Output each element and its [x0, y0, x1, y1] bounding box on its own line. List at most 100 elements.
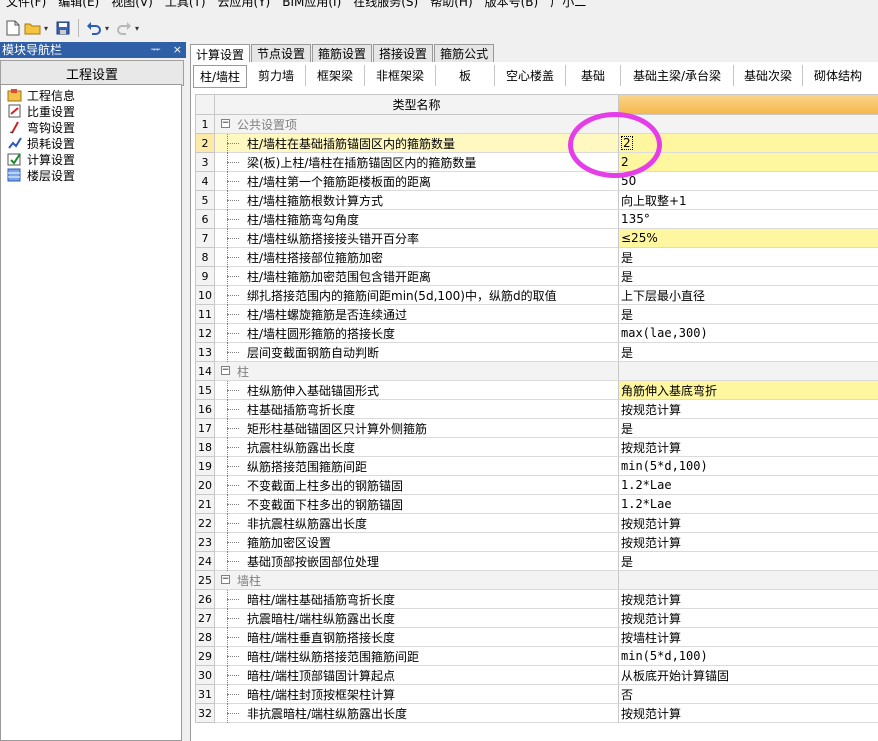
redo-icon[interactable]: [115, 19, 133, 37]
table-row[interactable]: 31 暗柱/端柱封顶按框架柱计算 否: [195, 685, 878, 704]
table-row[interactable]: 10 绑扎搭接范围内的箍筋间距min(5d,100)中，纵筋d的取值 上下层最小直径: [195, 286, 878, 305]
table-row[interactable]: 16 柱基础插筋弯折长度 按规范计算: [195, 400, 878, 419]
menu-item[interactable]: 在线服务(S): [347, 0, 424, 10]
row-value-cell[interactable]: 按规范计算: [619, 609, 878, 628]
menu-item[interactable]: 文件(F): [0, 0, 52, 10]
table-row[interactable]: 13 层间变截面钢筋自动判断 是: [195, 343, 878, 362]
menu-item[interactable]: 视图(V): [105, 0, 159, 10]
tab-foundation[interactable]: 基础: [566, 65, 621, 86]
close-icon[interactable]: ×: [173, 42, 182, 58]
table-row[interactable]: 22 非抗震柱纵筋露出长度 按规范计算: [195, 514, 878, 533]
tab-stirrup-settings[interactable]: 箍筋设置: [312, 44, 373, 62]
row-value-cell[interactable]: max(lae,300): [619, 324, 878, 343]
menu-item[interactable]: 云应用(Y): [212, 0, 277, 10]
table-row[interactable]: 29 暗柱/端柱纵筋搭接范围箍筋间距 min(5*d,100): [195, 647, 878, 666]
row-value-cell[interactable]: 按规范计算: [619, 514, 878, 533]
row-value-cell[interactable]: 是: [619, 248, 878, 267]
row-value-cell[interactable]: 按规范计算: [619, 533, 878, 552]
nav-item-hook-settings[interactable]: 弯钩设置: [1, 119, 181, 135]
table-row[interactable]: 4 柱/墙柱第一个箍筋距楼板面的距离 50: [195, 172, 878, 191]
menu-item[interactable]: 编辑(E): [52, 0, 105, 10]
table-row[interactable]: 30 暗柱/端柱顶部锚固计算起点 从板底开始计算锚固: [195, 666, 878, 685]
row-value-cell[interactable]: 按规范计算: [619, 590, 878, 609]
row-value-cell[interactable]: 向上取整+1: [619, 191, 878, 210]
table-row[interactable]: 3 梁(板)上柱/墙柱在插筋锚固区内的箍筋数量 2: [195, 153, 878, 172]
row-value-cell[interactable]: 是: [619, 267, 878, 286]
tab-calculation-settings[interactable]: 计算设置: [190, 44, 251, 63]
table-row[interactable]: 26 暗柱/端柱基础插筋弯折长度 按规范计算: [195, 590, 878, 609]
project-settings-button[interactable]: 工程设置: [0, 60, 184, 86]
tab-foundation-main-beam[interactable]: 基础主梁/承台梁: [621, 65, 734, 86]
row-value-cell[interactable]: 角筋伸入基底弯折: [619, 381, 878, 400]
nav-item-project-info[interactable]: 工程信息: [1, 87, 181, 103]
tab-stirrup-formula[interactable]: 箍筋公式: [434, 44, 495, 62]
table-row[interactable]: 2 柱/墙柱在基础插筋锚固区内的箍筋数量 2: [195, 134, 878, 153]
row-value-cell[interactable]: 按规范计算: [619, 438, 878, 457]
group-row[interactable]: 14− 柱: [195, 362, 878, 381]
nav-item-floor-settings[interactable]: 楼层设置: [1, 167, 181, 183]
row-value-cell[interactable]: 按规范计算: [619, 400, 878, 419]
open-dropdown-icon[interactable]: ▾: [44, 24, 52, 33]
row-value-cell[interactable]: 是: [619, 419, 878, 438]
row-value-cell[interactable]: 从板底开始计算锚固: [619, 666, 878, 685]
table-row[interactable]: 8 柱/墙柱搭接部位箍筋加密 是: [195, 248, 878, 267]
tab-masonry-structure[interactable]: 砌体结构: [803, 65, 873, 86]
tab-node-settings[interactable]: 节点设置: [251, 44, 312, 62]
tab-foundation-secondary-beam[interactable]: 基础次梁: [734, 65, 803, 86]
row-value-cell[interactable]: min(5*d,100): [619, 647, 878, 666]
collapse-icon[interactable]: −: [221, 119, 230, 128]
row-value-cell[interactable]: 否: [619, 685, 878, 704]
table-row[interactable]: 18 抗震柱纵筋露出长度 按规范计算: [195, 438, 878, 457]
table-row[interactable]: 28 暗柱/端柱垂直钢筋搭接长度 按墙柱计算: [195, 628, 878, 647]
tab-slab[interactable]: 板: [436, 65, 495, 86]
table-row[interactable]: 6 柱/墙柱箍筋弯勾角度 135°: [195, 210, 878, 229]
table-row[interactable]: 21 不变截面下柱多出的钢筋锚固 1.2*Lae: [195, 495, 878, 514]
menu-item[interactable]: BIM应用(I): [276, 0, 347, 10]
table-row[interactable]: 9 柱/墙柱箍筋加密范围包含错开距离 是: [195, 267, 878, 286]
tab-non-frame-beam[interactable]: 非框架梁: [365, 65, 436, 86]
menu-item[interactable]: 帮助(H): [424, 0, 478, 10]
row-value-cell[interactable]: 135°: [619, 210, 878, 229]
group-row[interactable]: 25− 墙柱: [195, 571, 878, 590]
row-value-cell[interactable]: 是: [619, 343, 878, 362]
row-value-cell[interactable]: 1.2*Lae: [619, 476, 878, 495]
undo-icon[interactable]: [85, 19, 103, 37]
tab-column-wall-column[interactable]: 柱/墙柱: [193, 65, 247, 88]
table-row[interactable]: 15 柱纵筋伸入基础锚固形式 角筋伸入基底弯折: [195, 381, 878, 400]
table-row[interactable]: 27 抗震暗柱/端柱纵筋露出长度 按规范计算: [195, 609, 878, 628]
undo-dropdown-icon[interactable]: ▾: [105, 24, 113, 33]
collapse-icon[interactable]: −: [221, 575, 230, 584]
table-row[interactable]: 24 基础顶部按嵌固部位处理 是: [195, 552, 878, 571]
row-value-cell[interactable]: min(5*d,100): [619, 457, 878, 476]
table-row[interactable]: 7 柱/墙柱纵筋搭接接头错开百分率 ≤25%: [195, 229, 878, 248]
table-row[interactable]: 23 箍筋加密区设置 按规范计算: [195, 533, 878, 552]
menu-item[interactable]: 工具(T): [159, 0, 212, 10]
open-folder-icon[interactable]: [24, 19, 42, 37]
row-value-cell[interactable]: 50: [619, 172, 878, 191]
menu-item[interactable]: 版本号(B): [479, 0, 545, 10]
nav-item-loss-settings[interactable]: 损耗设置: [1, 135, 181, 151]
save-icon[interactable]: [54, 19, 72, 37]
table-row[interactable]: 11 柱/墙柱螺旋箍筋是否连续通过 是: [195, 305, 878, 324]
menu-item[interactable]: 广小二: [544, 0, 592, 10]
table-row[interactable]: 20 不变截面上柱多出的钢筋锚固 1.2*Lae: [195, 476, 878, 495]
table-row[interactable]: 32 非抗震暗柱/端柱纵筋露出长度 按规范计算: [195, 704, 878, 723]
tab-hollow-floor[interactable]: 空心楼盖: [495, 65, 566, 86]
row-value-cell[interactable]: 按墙柱计算: [619, 628, 878, 647]
table-row[interactable]: 5 柱/墙柱箍筋根数计算方式 向上取整+1: [195, 191, 878, 210]
redo-dropdown-icon[interactable]: ▾: [135, 24, 143, 33]
tab-lap-settings[interactable]: 搭接设置: [373, 44, 434, 62]
tab-shear-wall[interactable]: 剪力墙: [247, 65, 306, 86]
table-row[interactable]: 19 纵筋搭接范围箍筋间距 min(5*d,100): [195, 457, 878, 476]
table-row[interactable]: 12 柱/墙柱圆形箍筋的搭接长度 max(lae,300): [195, 324, 878, 343]
nav-item-calculation-settings[interactable]: 计算设置: [1, 151, 181, 167]
tab-frame-beam[interactable]: 框架梁: [306, 65, 365, 86]
row-value-cell[interactable]: 1.2*Lae: [619, 495, 878, 514]
group-row[interactable]: 1− 公共设置项: [195, 115, 878, 134]
nav-item-weight-settings[interactable]: 比重设置: [1, 103, 181, 119]
table-row[interactable]: 17 矩形柱基础锚固区只计算外侧箍筋 是: [195, 419, 878, 438]
row-value-cell[interactable]: 上下层最小直径: [619, 286, 878, 305]
collapse-icon[interactable]: −: [221, 366, 230, 375]
new-file-icon[interactable]: [4, 19, 22, 37]
row-value-cell[interactable]: 是: [619, 305, 878, 324]
